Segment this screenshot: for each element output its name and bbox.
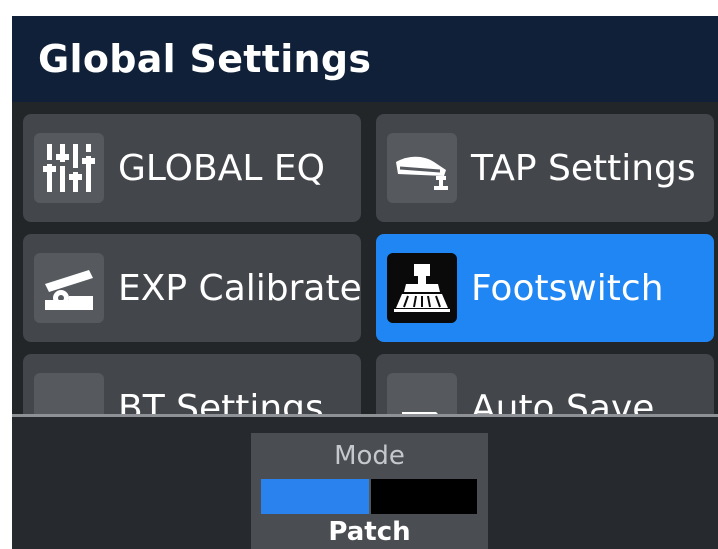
tile-auto-save[interactable]: Auto Save	[376, 354, 714, 414]
mode-level-divider	[369, 479, 371, 514]
tile-bt-settings[interactable]: BT Settings	[23, 354, 361, 414]
mode-title: Mode	[334, 441, 405, 471]
tile-label: TAP Settings	[471, 147, 696, 189]
tile-label: GLOBAL EQ	[118, 147, 325, 189]
eq-sliders-icon	[34, 133, 104, 203]
tile-label: BT Settings	[118, 387, 324, 415]
tile-global-eq[interactable]: GLOBAL EQ	[23, 114, 361, 222]
page-title: Global Settings	[38, 37, 372, 81]
global-settings-screen: Global Settings GLOBAL EQ TAP Settings E…	[12, 16, 718, 549]
settings-grid[interactable]: GLOBAL EQ TAP Settings EXP Calibrate Foo…	[12, 102, 718, 414]
expression-pedal-icon	[34, 253, 104, 323]
header-bar: Global Settings	[12, 16, 718, 102]
mode-level-fill	[261, 479, 369, 514]
footer-bar: Mode Patch	[12, 417, 718, 549]
tile-label: Footswitch	[471, 267, 664, 309]
mode-value: Patch	[328, 517, 411, 547]
tile-label: EXP Calibrate	[118, 267, 362, 309]
bluetooth-icon	[34, 373, 104, 414]
tile-exp-calibrate[interactable]: EXP Calibrate	[23, 234, 362, 342]
tile-label: Auto Save	[471, 387, 655, 415]
tile-tap-settings[interactable]: TAP Settings	[376, 114, 714, 222]
mode-control[interactable]: Mode Patch	[251, 433, 488, 549]
save-icon	[387, 373, 457, 414]
mode-level-bar[interactable]	[261, 479, 477, 514]
footswitch-icon	[387, 253, 457, 323]
tap-pedal-icon	[387, 133, 457, 203]
tile-footswitch[interactable]: Footswitch	[376, 234, 714, 342]
